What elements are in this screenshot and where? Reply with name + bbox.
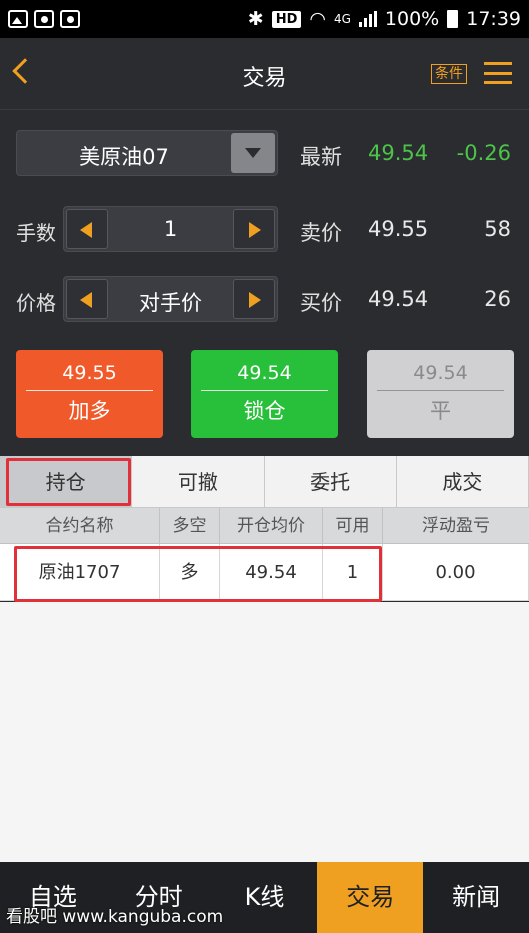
nav-kline[interactable]: K线: [212, 862, 318, 933]
positions-table: 合约名称 多空 开仓均价 可用 浮动盈亏 原油1707 多 49.54 1 0.…: [0, 508, 529, 602]
table-row[interactable]: 原油1707 多 49.54 1 0.00: [0, 544, 529, 602]
divider: [26, 390, 153, 391]
cell-floating-pnl: 0.00: [383, 544, 529, 600]
gallery-notification-icon: [8, 10, 28, 28]
ask-label: 卖价: [300, 221, 342, 245]
hd-badge: HD: [271, 10, 302, 28]
open-long-price: 49.55: [62, 362, 117, 384]
condition-order-button[interactable]: 条件: [431, 64, 467, 84]
col-avg-price: 开仓均价: [220, 508, 323, 543]
open-long-button[interactable]: 49.55 加多: [16, 350, 163, 438]
quantity-stepper[interactable]: 1: [63, 206, 278, 252]
bid-label: 买价: [300, 291, 342, 315]
highlight-box: [6, 458, 131, 506]
signal-icon: [358, 11, 377, 27]
app-header: 交易 条件: [0, 38, 529, 110]
tab-orders[interactable]: 委托: [265, 456, 397, 507]
price-type-value[interactable]: 对手价: [110, 287, 231, 317]
lock-price: 49.54: [237, 362, 292, 384]
col-floating-pnl: 浮动盈亏: [422, 516, 490, 536]
decrease-quantity-button[interactable]: [66, 209, 108, 249]
close-position-button[interactable]: 49.54 平: [367, 350, 514, 438]
price-label: 价格: [16, 291, 56, 315]
price-prev-button[interactable]: [66, 279, 108, 319]
close-price: 49.54: [413, 362, 468, 384]
increase-quantity-button[interactable]: [233, 209, 275, 249]
network-type: 4G: [333, 12, 351, 26]
divider: [377, 390, 504, 391]
table-header: 合约名称 多空 开仓均价 可用 浮动盈亏: [0, 508, 529, 544]
menu-icon[interactable]: [484, 62, 512, 84]
quantity-label: 手数: [16, 221, 56, 245]
order-tabs: 持仓 可撤 委托 成交: [0, 456, 529, 508]
ask-volume: 58: [484, 217, 511, 241]
bluetooth-icon: ✱: [247, 8, 264, 30]
lock-label: 锁仓: [243, 399, 286, 423]
highlight-box: [14, 546, 382, 602]
watermark: 看股吧 www.kanguba.com: [6, 907, 224, 927]
col-direction: 多空: [160, 508, 220, 543]
col-available: 可用: [323, 508, 383, 543]
tab-cancelable[interactable]: 可撤: [132, 456, 265, 507]
tab-fills[interactable]: 成交: [397, 456, 529, 507]
latest-label: 最新: [300, 145, 342, 169]
quantity-value[interactable]: 1: [110, 217, 231, 241]
lock-position-button[interactable]: 49.54 锁仓: [191, 350, 338, 438]
open-long-label: 加多: [68, 399, 111, 423]
clock: 17:39: [466, 8, 521, 30]
bid-volume: 26: [484, 287, 511, 311]
ask-price: 49.55: [368, 217, 429, 241]
wifi-icon: ◠: [309, 8, 326, 30]
divider: [201, 390, 328, 391]
empty-list-area: [0, 602, 529, 862]
nav-news[interactable]: 新闻: [423, 862, 529, 933]
close-label: 平: [430, 399, 451, 423]
col-contract: 合约名称: [0, 508, 160, 543]
chevron-down-icon[interactable]: [231, 133, 275, 173]
nav-trade[interactable]: 交易: [317, 862, 424, 933]
battery-percent: 100%: [384, 8, 440, 30]
symbol-select[interactable]: 美原油07: [16, 130, 278, 176]
app-notification-icon-2: [60, 10, 80, 28]
symbol-value: 美原油07: [79, 145, 169, 169]
app-notification-icon: [34, 10, 54, 28]
latest-price: 49.54: [368, 141, 429, 165]
status-bar: ✱ HD ◠ 4G 100% 17:39: [0, 0, 529, 38]
bid-price: 49.54: [368, 287, 429, 311]
price-next-button[interactable]: [233, 279, 275, 319]
latest-change: -0.26: [456, 141, 511, 165]
trade-panel: 美原油07 最新 49.54 -0.26 手数 1 卖价 49.55 58 价格…: [0, 110, 529, 456]
battery-icon: [447, 10, 459, 28]
price-stepper[interactable]: 对手价: [63, 276, 278, 322]
